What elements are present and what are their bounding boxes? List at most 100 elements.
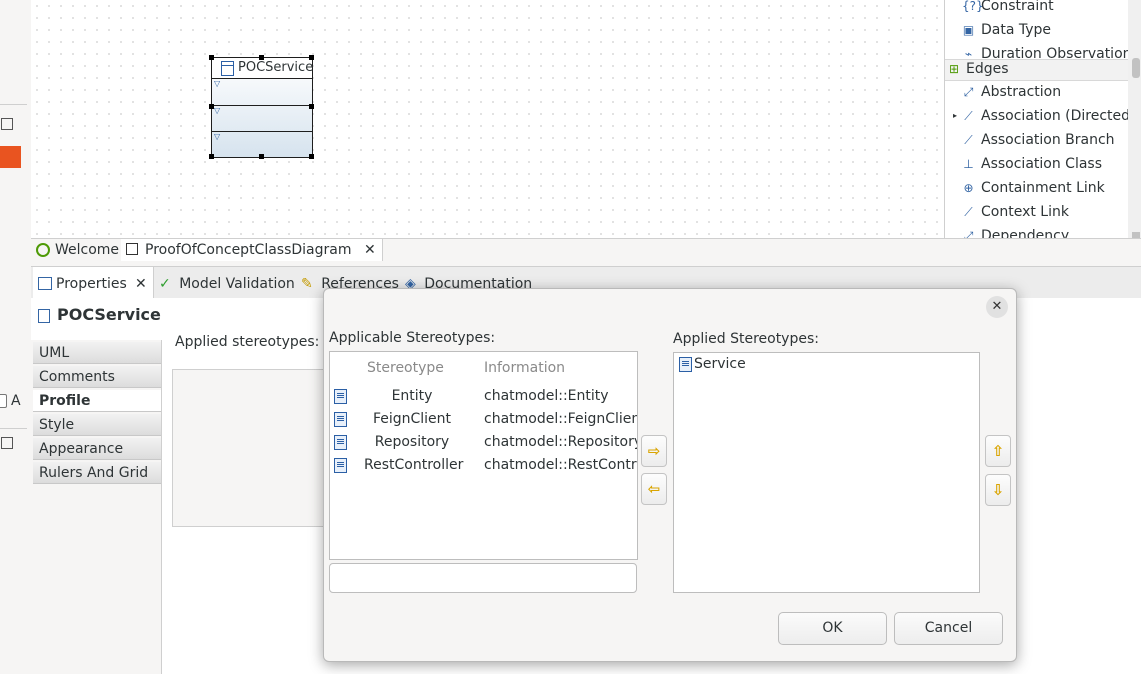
move-down-button[interactable]: ⇩	[985, 474, 1011, 506]
expand-arrow-icon[interactable]: ▸	[953, 111, 957, 120]
column-header-information[interactable]: Information	[484, 360, 565, 376]
stereotype-name: Entity	[391, 388, 433, 404]
applied-stereotypes-list[interactable]: Service	[673, 352, 980, 593]
resize-handle[interactable]	[209, 154, 214, 159]
palette-item-data-type[interactable]: Data Type	[981, 22, 1051, 38]
association-branch-icon: ⟋	[964, 133, 973, 147]
resize-handle[interactable]	[309, 154, 314, 159]
class-icon	[221, 61, 234, 76]
properties-element-title: POCService	[57, 305, 161, 324]
stereotype-icon	[679, 357, 692, 372]
stereotype-information: chatmodel::Repository	[484, 434, 638, 450]
association-directed-icon: ⟋	[964, 109, 973, 123]
applied-stereotype-name: Service	[694, 356, 746, 372]
resize-handle[interactable]	[259, 55, 264, 60]
left-checkbox-label: A	[11, 393, 21, 409]
palette-item-association-directed[interactable]: Association (Directed)	[981, 108, 1136, 124]
table-row[interactable]: FeignClient chatmodel::FeignClient	[330, 408, 637, 431]
operations-compartment[interactable]: ▽	[212, 106, 312, 132]
applied-stereotypes-label: Applied stereotypes:	[175, 334, 320, 350]
stereotype-icon	[334, 458, 347, 473]
palette-item-context-link[interactable]: Context Link	[981, 204, 1069, 220]
edges-drawer[interactable]: ⊞ Edges	[945, 59, 1128, 81]
palette-item-abstraction[interactable]: Abstraction	[981, 84, 1061, 100]
collapse-icon[interactable]: ▽	[214, 79, 220, 88]
palette-item-association-class[interactable]: Association Class	[981, 156, 1102, 172]
scrollbar-thumb[interactable]	[1132, 58, 1140, 78]
stereotype-name: FeignClient	[372, 411, 452, 427]
stereotype-filter-input[interactable]	[329, 563, 637, 593]
remove-stereotype-button[interactable]: ⇦	[641, 473, 667, 505]
class-icon	[38, 309, 50, 323]
nested-classifiers-compartment[interactable]: ▽	[212, 132, 312, 156]
palette-scrollbar[interactable]	[1128, 0, 1141, 238]
collapse-icon[interactable]: ▽	[214, 132, 220, 141]
applicable-stereotypes-table[interactable]: Stereotype Information Entity chatmodel:…	[329, 351, 638, 560]
left-checkbox[interactable]	[0, 394, 7, 408]
resize-handle[interactable]	[309, 55, 314, 60]
stereotype-icon	[334, 435, 347, 450]
close-icon[interactable]: ✕	[986, 296, 1008, 318]
class-diagram-icon	[126, 243, 138, 255]
resize-handle[interactable]	[259, 154, 264, 159]
side-tab-rulers-and-grid[interactable]: Rulers And Grid	[33, 462, 161, 484]
resize-handle[interactable]	[309, 104, 314, 109]
tab-properties-label: Properties	[56, 276, 127, 292]
diagram-canvas[interactable]	[31, 0, 944, 238]
close-icon[interactable]: ✕	[135, 267, 147, 301]
left-view-strip: A	[0, 0, 28, 674]
resize-handle[interactable]	[209, 55, 214, 60]
tab-properties[interactable]: Properties ✕	[33, 267, 154, 299]
edges-drawer-label: Edges	[966, 61, 1009, 77]
arrow-up-icon: ⇧	[991, 442, 1005, 460]
stereotype-icon	[334, 389, 347, 404]
collapse-icon[interactable]: ▽	[214, 106, 220, 115]
stereotype-information: chatmodel::RestController	[484, 457, 637, 473]
ok-button[interactable]: OK	[778, 612, 887, 645]
side-tab-appearance[interactable]: Appearance	[33, 438, 161, 460]
side-tab-style[interactable]: Style	[33, 414, 161, 436]
side-tab-profile[interactable]: Profile	[33, 390, 161, 412]
tab-welcome[interactable]: Welcome	[31, 239, 127, 261]
side-tab-comments[interactable]: Comments	[33, 366, 161, 388]
minimize-icon[interactable]	[1, 437, 13, 449]
attributes-compartment[interactable]: ▽	[212, 79, 312, 106]
context-link-icon: ⟋	[964, 205, 973, 219]
move-up-button[interactable]: ⇧	[985, 435, 1011, 467]
table-row[interactable]: RestController chatmodel::RestController	[330, 454, 637, 477]
stereotype-information: chatmodel::FeignClient	[484, 411, 638, 427]
column-header-stereotype[interactable]: Stereotype	[367, 360, 444, 376]
applicable-stereotypes-label: Applicable Stereotypes:	[329, 330, 496, 346]
palette-item-constraint[interactable]: Constraint	[981, 0, 1054, 14]
data-type-icon: ▣	[962, 23, 975, 37]
palette-item-duration-observation[interactable]: Duration Observation	[981, 46, 1132, 58]
palette-item-containment-link[interactable]: Containment Link	[981, 180, 1105, 196]
side-tab-uml[interactable]: UML	[33, 342, 161, 364]
table-row[interactable]: Repository chatmodel::Repository	[330, 431, 637, 454]
palette: {?} Constraint ▣ Data Type ⌁ Duration Ob…	[944, 0, 1141, 243]
tab-diagram-label: ProofOfConceptClassDiagram	[145, 242, 352, 258]
palette-item-association-branch[interactable]: Association Branch	[981, 132, 1115, 148]
palette-item-dependency[interactable]: Dependency	[981, 228, 1069, 238]
stereotype-name: Repository	[374, 434, 450, 450]
tab-model-validation[interactable]: ✓ Model Validation	[159, 267, 295, 299]
class-node-name: POCService	[238, 60, 314, 75]
cancel-button[interactable]: Cancel	[894, 612, 1003, 645]
references-icon: ✎	[301, 276, 313, 292]
class-node[interactable]: POCService ▽ ▽ ▽	[211, 57, 313, 158]
table-row[interactable]: Entity chatmodel::Entity	[330, 385, 637, 408]
resize-handle[interactable]	[209, 104, 214, 109]
class-node-header: POCService	[212, 58, 314, 79]
list-item[interactable]: Service	[674, 353, 979, 376]
applied-stereotypes-panel[interactable]	[172, 369, 324, 527]
tab-proofofconceptclassdiagram[interactable]: ProofOfConceptClassDiagram ✕	[121, 239, 383, 261]
properties-icon	[38, 277, 52, 290]
containment-link-icon: ⊕	[963, 181, 974, 195]
minimize-icon[interactable]	[1, 118, 13, 130]
stereotype-icon	[334, 412, 347, 427]
edges-drawer-icon: ⊞	[949, 62, 960, 76]
abstraction-icon: ⤢	[963, 85, 974, 99]
add-stereotype-button[interactable]: ⇨	[641, 435, 667, 467]
close-icon[interactable]: ✕	[364, 242, 376, 258]
stereotype-information: chatmodel::Entity	[484, 388, 609, 404]
